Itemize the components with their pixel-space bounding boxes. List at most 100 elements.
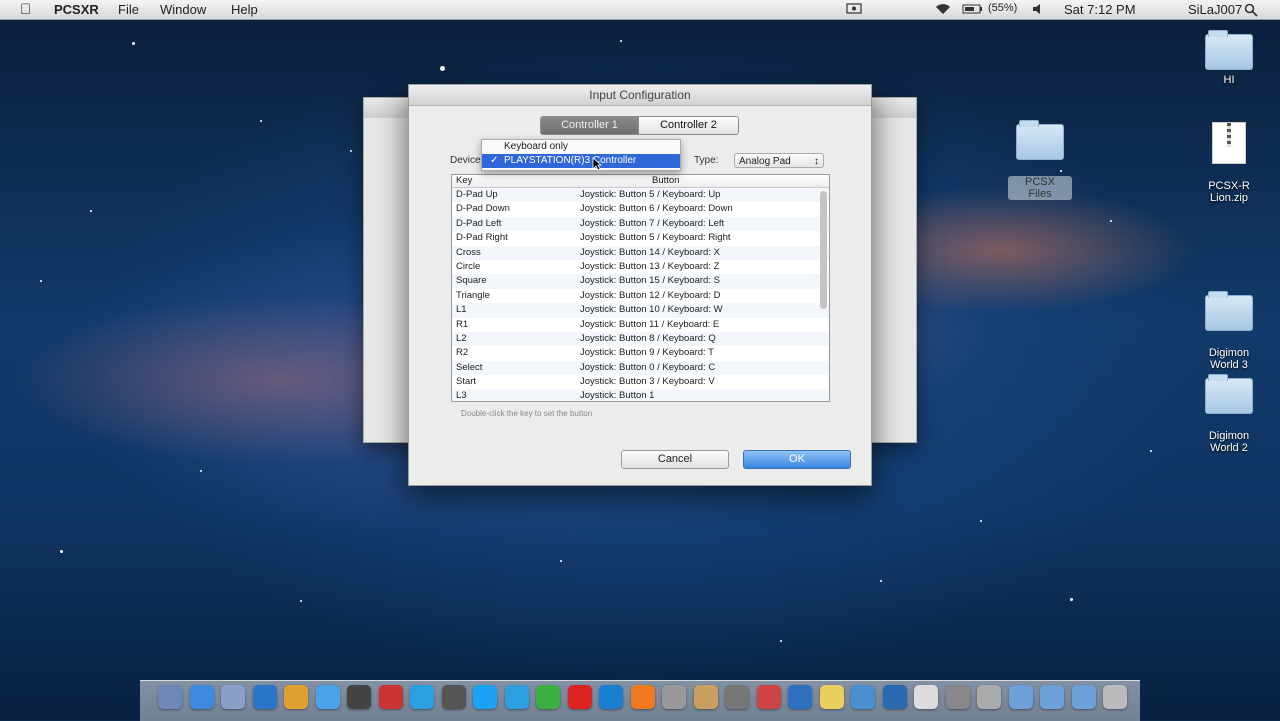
menu-bar:  PCSXR File Window Help (55%) Sat 7:12 … xyxy=(0,0,1280,20)
table-row[interactable]: Circle Joystick: Button 13 / Keyboard: Z xyxy=(452,260,829,274)
dock-app-icon[interactable] xyxy=(1040,685,1064,709)
dock-app-icon[interactable] xyxy=(945,685,970,709)
column-header-key[interactable]: Key xyxy=(456,175,472,187)
star-decoration xyxy=(1150,450,1152,452)
table-row[interactable]: Start Joystick: Button 3 / Keyboard: V xyxy=(452,375,829,389)
dock-app-icon[interactable] xyxy=(599,685,623,709)
dock-app-icon[interactable] xyxy=(284,685,308,709)
dock-app-icon[interactable] xyxy=(725,685,749,709)
dock-app-icon[interactable] xyxy=(819,685,844,709)
dock-app-icon[interactable] xyxy=(756,685,781,709)
input-configuration-dialog: Input Configuration Controller 1 Control… xyxy=(408,84,872,486)
menu-user[interactable]: SiLaJ007 xyxy=(1188,2,1242,17)
dock-app-icon[interactable] xyxy=(977,685,1001,709)
row-key: L3 xyxy=(456,390,467,402)
row-key: R1 xyxy=(456,318,469,330)
device-option-keyboard[interactable]: Keyboard only xyxy=(482,140,680,154)
table-row[interactable]: Triangle Joystick: Button 12 / Keyboard: … xyxy=(452,289,829,303)
binding-hint-text: Double-click the key to set the button xyxy=(461,409,593,418)
dock-app-icon[interactable] xyxy=(1071,685,1096,709)
device-option-ps3-controller[interactable]: ✓ PLAYSTATION(R)3 Controller xyxy=(482,154,680,168)
table-row[interactable]: Square Joystick: Button 15 / Keyboard: S xyxy=(452,274,829,289)
spotlight-search-icon[interactable] xyxy=(1244,3,1258,17)
select-arrows-icon: ↕ xyxy=(814,156,819,167)
row-key: Circle xyxy=(456,260,481,272)
dock-app-icon[interactable] xyxy=(914,685,938,709)
star-decoration xyxy=(200,470,202,472)
table-row[interactable]: L2 Joystick: Button 8 / Keyboard: Q xyxy=(452,331,829,347)
column-header-button[interactable]: Button xyxy=(652,175,679,187)
ok-button[interactable]: OK xyxy=(743,450,851,469)
table-row[interactable]: R2 Joystick: Button 9 / Keyboard: T xyxy=(452,346,829,360)
tab-controller-1[interactable]: Controller 1 xyxy=(540,116,639,135)
table-row[interactable]: D-Pad Left Joystick: Button 7 / Keyboard:… xyxy=(452,216,829,232)
type-select[interactable]: Analog Pad ↕ xyxy=(734,153,824,168)
dock-app-icon[interactable] xyxy=(441,685,466,709)
tab-controller-2[interactable]: Controller 2 xyxy=(638,116,739,135)
key-binding-table[interactable]: Key Button D-Pad Up Joystick: Button 5 / … xyxy=(451,174,830,402)
dock-app-icon[interactable] xyxy=(252,685,277,709)
row-button: Joystick: Button 15 / Keyboard: S xyxy=(580,275,720,287)
star-decoration xyxy=(300,600,302,602)
dock-app-icon[interactable] xyxy=(221,685,245,709)
menu-window[interactable]: Window xyxy=(160,2,206,17)
menu-help[interactable]: Help xyxy=(231,2,258,17)
battery-icon[interactable] xyxy=(962,3,984,15)
dock-app-icon[interactable] xyxy=(630,685,655,709)
dock-app-icon[interactable] xyxy=(189,685,214,709)
checkmark-icon: ✓ xyxy=(490,155,499,166)
dock-app-icon[interactable] xyxy=(347,685,371,709)
menu-file[interactable]: File xyxy=(118,2,139,17)
dock-app-icon[interactable] xyxy=(788,685,812,709)
dock xyxy=(140,680,1140,721)
star-decoration xyxy=(90,210,92,212)
table-row[interactable]: Select Joystick: Button 0 / Keyboard: C xyxy=(452,360,829,376)
dock-app-icon[interactable] xyxy=(158,685,182,709)
menu-app-name[interactable]: PCSXR xyxy=(54,2,99,17)
desktop-icon-label: HI xyxy=(1223,74,1235,86)
table-row[interactable]: R1 Joystick: Button 11 / Keyboard: E xyxy=(452,318,829,332)
desktop-icon-label: PCSX Files xyxy=(1008,176,1072,200)
row-key: L1 xyxy=(456,304,467,316)
cancel-button[interactable]: Cancel xyxy=(621,450,729,469)
table-row[interactable]: L1 Joystick: Button 10 / Keyboard: W xyxy=(452,303,829,318)
dock-app-icon[interactable] xyxy=(1008,685,1033,709)
table-row[interactable]: D-Pad Up Joystick: Button 5 / Keyboard: U… xyxy=(452,188,829,203)
dock-app-icon[interactable] xyxy=(504,685,529,709)
display-icon[interactable] xyxy=(846,3,862,15)
row-button: Joystick: Button 1 xyxy=(580,390,655,402)
type-label: Type: xyxy=(694,155,719,166)
dialog-title[interactable]: Input Configuration xyxy=(409,85,871,106)
table-row[interactable]: D-Pad Right Joystick: Button 5 / Keyboard… xyxy=(452,231,829,245)
dock-app-icon[interactable] xyxy=(315,685,340,709)
table-row[interactable]: L3 Joystick: Button 1 xyxy=(452,389,829,402)
table-row[interactable]: Cross Joystick: Button 14 / Keyboard: X xyxy=(452,245,829,260)
dock-app-icon[interactable] xyxy=(882,685,907,709)
desktop-zip-pcsxr[interactable]: PCSX-R Lion.zip xyxy=(1189,110,1269,216)
table-body: D-Pad Up Joystick: Button 5 / Keyboard: U… xyxy=(452,188,829,402)
row-button: Joystick: Button 14 / Keyboard: X xyxy=(580,246,720,258)
wifi-icon[interactable] xyxy=(934,3,950,15)
dock-app-icon[interactable] xyxy=(567,685,592,709)
desktop-folder-pcsx-files[interactable]: PCSX Files xyxy=(1000,112,1080,212)
desktop-folder-hi[interactable]: HI xyxy=(1189,30,1269,86)
desktop-folder-digimon-world-2[interactable]: Digimon World 2 xyxy=(1189,366,1269,466)
row-key: D-Pad Left xyxy=(456,217,502,229)
table-row[interactable]: D-Pad Down Joystick: Button 6 / Keyboard:… xyxy=(452,202,829,216)
star-decoration xyxy=(620,40,622,42)
dock-app-icon[interactable] xyxy=(851,685,875,709)
row-key: D-Pad Up xyxy=(456,189,498,200)
dock-app-icon[interactable] xyxy=(1103,685,1127,709)
dock-app-icon[interactable] xyxy=(473,685,497,709)
dock-app-icon[interactable] xyxy=(410,685,434,709)
volume-icon[interactable] xyxy=(1032,3,1044,15)
mouse-pointer-icon xyxy=(592,157,603,174)
dock-app-icon[interactable] xyxy=(378,685,403,709)
menu-clock[interactable]: Sat 7:12 PM xyxy=(1064,2,1136,17)
dock-app-icon[interactable] xyxy=(536,685,560,709)
apple-menu-icon[interactable]:  xyxy=(20,1,31,18)
table-scrollbar[interactable] xyxy=(820,191,827,309)
device-dropdown-menu[interactable]: Keyboard only ✓ PLAYSTATION(R)3 Controll… xyxy=(481,139,681,171)
dock-app-icon[interactable] xyxy=(662,685,686,709)
dock-app-icon[interactable] xyxy=(693,685,718,709)
